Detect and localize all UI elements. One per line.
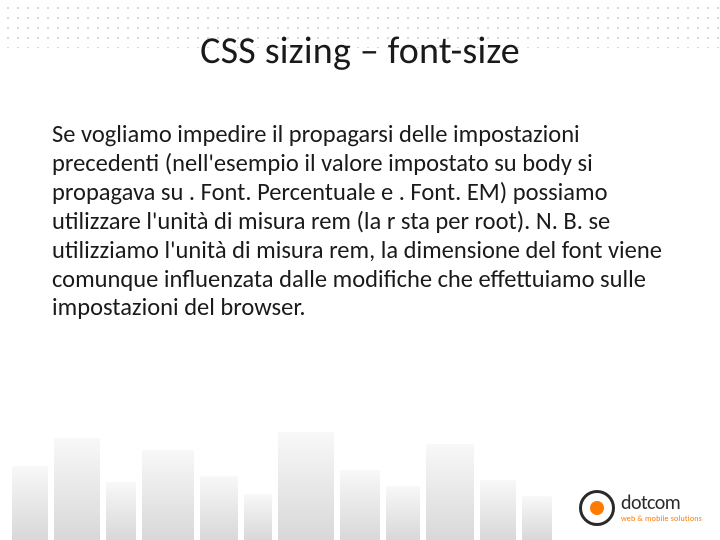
logo-mark-icon	[579, 490, 615, 526]
slide-body-text: Se vogliamo impedire il propagarsi delle…	[0, 92, 720, 322]
slide-title: CSS sizing – font-size	[0, 0, 720, 92]
brand-logo: dotcom web & mobile solutions	[579, 490, 702, 526]
logo-name: dotcom	[621, 493, 702, 513]
logo-tagline: web & mobile solutions	[621, 515, 702, 523]
